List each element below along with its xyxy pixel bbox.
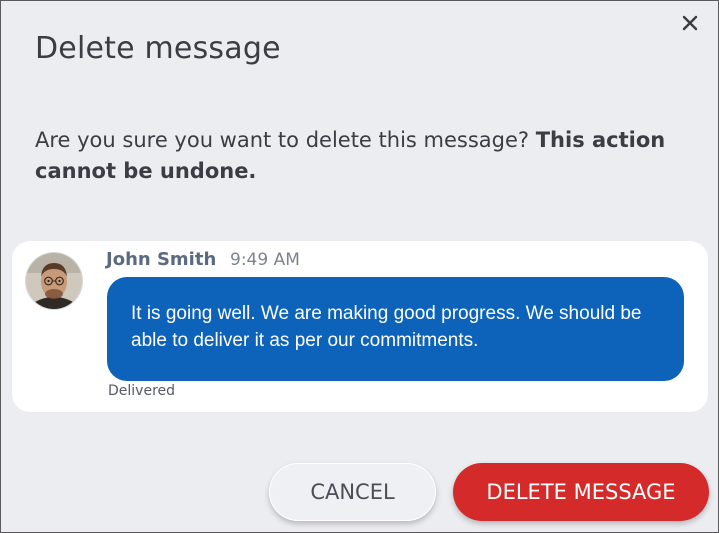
cancel-button[interactable]: CANCEL [269,463,436,521]
avatar-photo [26,253,82,309]
message-preview: John Smith 9:49 AM It is going well. We … [12,241,708,412]
delivery-status: Delivered [108,383,176,399]
sender-name: John Smith [106,249,217,270]
close-button[interactable] [678,11,702,35]
close-icon [682,15,698,31]
confirmation-text: Are you sure you want to delete this mes… [35,125,675,187]
avatar [26,253,82,309]
delete-message-button[interactable]: DELETE MESSAGE [453,463,709,521]
confirmation-question: Are you sure you want to delete this mes… [35,128,536,152]
delete-message-dialog: Delete message Are you sure you want to … [0,0,719,533]
dialog-title: Delete message [35,31,281,66]
message-time: 9:49 AM [230,250,300,270]
message-bubble: It is going well. We are making good pro… [107,277,684,381]
